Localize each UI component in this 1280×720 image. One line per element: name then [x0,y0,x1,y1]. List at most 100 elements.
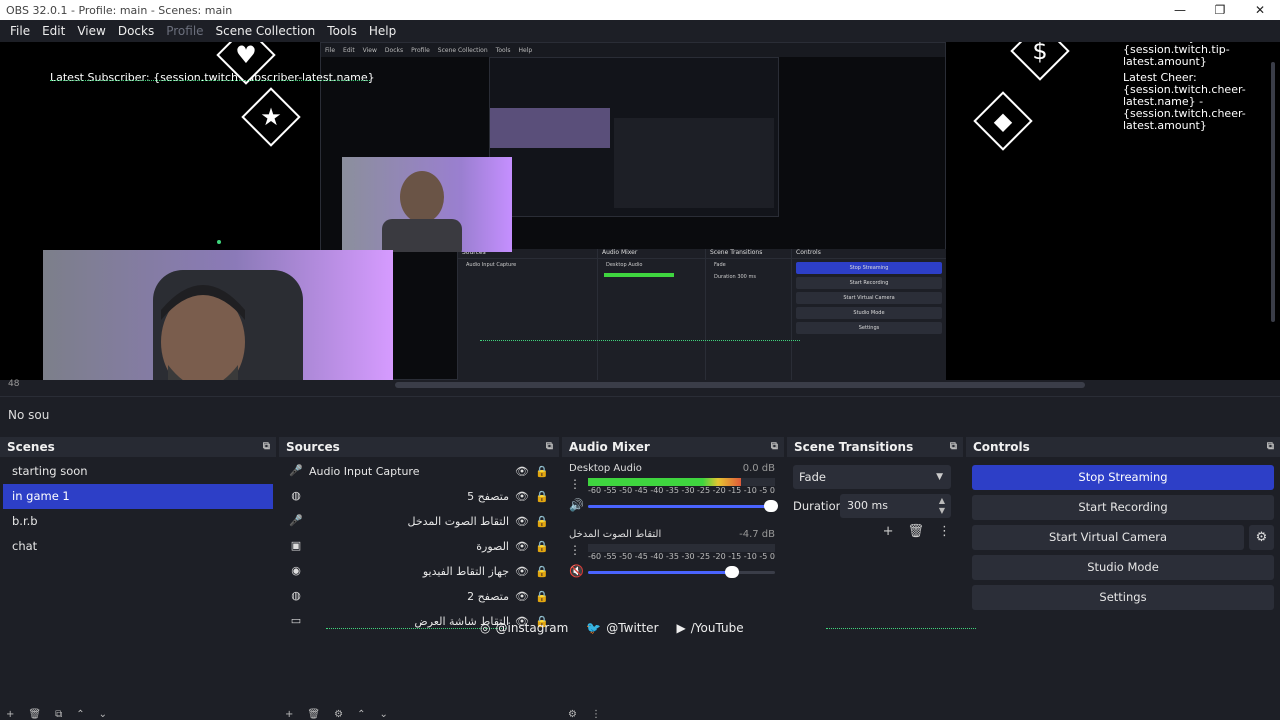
nested-source-row: Audio Input Capture [466,262,517,268]
eye-icon[interactable]: 👁 [515,490,529,503]
meter-scale-tick: -15 [728,486,742,495]
scrollbar-thumb[interactable] [395,382,1085,388]
scene-item[interactable]: chat [3,534,273,559]
camera-icon: ◉ [291,564,301,577]
youtube-link: ▶ /YouTube [677,621,744,635]
lock-icon[interactable]: 🔒 [535,465,549,478]
nested-menu-item: View [362,46,377,54]
mixer-menu-button[interactable]: ⋮ [591,709,615,720]
menu-file[interactable]: File [4,24,36,38]
lock-icon[interactable]: 🔒 [535,540,549,553]
lock-icon[interactable]: 🔒 [535,515,549,528]
transition-select-value: Fade [799,470,826,484]
transition-select[interactable]: Fade ▼ [793,465,951,489]
scene-item-selected[interactable]: in game 1 [3,484,273,509]
scene-transitions-body: Fade ▼ Duration 300 ms ▲ ▼ + 🗑 ⋮ [787,459,963,720]
nested-menu-bar: File Edit View Docks Profile Scene Colle… [321,43,945,57]
source-item[interactable]: 🎤 Audio Input Capture 👁 🔒 [279,459,559,484]
source-item[interactable]: ◉ جهاز التقاط الفيديو 👁 🔒 [279,559,559,584]
eye-icon[interactable]: 👁 [515,515,529,528]
remove-transition-button[interactable]: 🗑 [907,524,924,539]
close-button[interactable]: ✕ [1240,0,1280,20]
muted-speaker-icon[interactable]: 🔇 [569,564,584,578]
controls-dock-header: Controls ⧉ [966,437,1280,457]
restore-button[interactable]: ❐ [1200,0,1240,20]
duration-spinbox[interactable]: 300 ms ▲ ▼ [840,494,951,518]
move-source-down-button[interactable]: ⌄ [379,709,401,720]
scene-filters-button[interactable]: ⧉ [55,709,76,720]
source-item[interactable]: ▣ الصورة 👁 🔒 [279,534,559,559]
source-item[interactable]: ◍ متصفح 5 👁 🔒 [279,484,559,509]
scene-item[interactable]: b.r.b [3,509,273,534]
volume-slider[interactable] [588,500,779,512]
meter-scale-tick: -60 [588,552,602,561]
lock-icon[interactable]: 🔒 [535,490,549,503]
mixer-settings-button[interactable]: ⚙ [568,709,591,720]
start-virtual-camera-button[interactable]: Start Virtual Camera [972,525,1244,550]
meter-scale-tick: -35 [665,552,679,561]
volume-slider[interactable] [588,566,775,578]
track-menu-icon[interactable]: ⋮ [569,543,581,557]
speaker-icon[interactable]: 🔊 [569,498,584,512]
minimize-button[interactable]: — [1160,0,1200,20]
preview-canvas[interactable]: File Edit View Docks Profile Scene Colle… [0,42,1280,380]
track-menu-icon[interactable]: ⋮ [569,477,581,491]
lock-icon[interactable]: 🔒 [535,565,549,578]
undock-icon[interactable]: ⧉ [546,441,553,452]
add-transition-button[interactable]: + [883,524,894,539]
source-item[interactable]: ◍ متصفح 2 👁 🔒 [279,584,559,609]
studio-mode-button[interactable]: Studio Mode [972,555,1274,580]
scenes-toolbar: +🗑⧉⌃⌄ [0,710,276,720]
source-properties-button[interactable]: ⚙ [334,709,357,720]
volume-slider-knob[interactable] [764,500,779,512]
menu-profile[interactable]: Profile [160,24,209,38]
undock-icon[interactable]: ⧉ [950,441,957,452]
nested-transitions-dock: Scene Transitions Fade Duration 300 ms [705,249,791,380]
transition-menu-button[interactable]: ⋮ [938,524,951,539]
add-scene-button[interactable]: + [6,709,28,720]
duration-value: 300 ms [847,499,888,512]
nested-menu-item: Docks [384,46,404,54]
scene-item[interactable]: starting soon [3,459,273,484]
eye-icon[interactable]: 👁 [515,465,529,478]
stop-streaming-button[interactable]: Stop Streaming [972,465,1274,490]
spin-arrows-icon[interactable]: ▲ ▼ [939,496,945,516]
controls-body: Stop Streaming Start Recording Start Vir… [966,459,1280,720]
eye-icon[interactable]: 👁 [515,565,529,578]
menu-docks[interactable]: Docks [112,24,160,38]
virtual-camera-settings-button[interactable]: ⚙ [1249,525,1274,550]
menu-scene-collection[interactable]: Scene Collection [210,24,322,38]
preview-horizontal-scrollbar[interactable]: 48 [0,379,1280,392]
meter-scale-tick: -40 [650,486,664,495]
undock-icon[interactable]: ⧉ [1267,441,1274,452]
scrollbar-thumb[interactable] [1271,62,1275,322]
menu-view[interactable]: View [71,24,111,38]
menu-bar: File Edit View Docks Profile Scene Colle… [0,20,1280,42]
move-scene-down-button[interactable]: ⌄ [99,709,121,720]
meter-scale-tick: -30 [681,552,695,561]
source-item-label: التقاط الصوت المدخل [407,515,509,528]
neon-line [826,628,976,629]
preview-vertical-scrollbar[interactable] [1268,42,1278,380]
nested-duration-value: 300 ms [737,274,756,280]
meter-scale-tick: -25 [697,486,711,495]
scenes-dock: Scenes ⧉ starting soon in game 1 b.r.b c… [0,437,276,720]
lock-icon[interactable]: 🔒 [535,590,549,603]
remove-scene-button[interactable]: 🗑 [28,709,55,720]
start-recording-button[interactable]: Start Recording [972,495,1274,520]
eye-icon[interactable]: 👁 [515,540,529,553]
menu-tools[interactable]: Tools [321,24,363,38]
menu-help[interactable]: Help [363,24,402,38]
source-item[interactable]: 🎤 التقاط الصوت المدخل 👁 🔒 [279,509,559,534]
move-source-up-button[interactable]: ⌃ [357,709,379,720]
settings-button[interactable]: Settings [972,585,1274,610]
add-source-button[interactable]: + [285,709,307,720]
undock-icon[interactable]: ⧉ [771,441,778,452]
undock-icon[interactable]: ⧉ [263,441,270,452]
menu-edit[interactable]: Edit [36,24,71,38]
volume-slider-knob[interactable] [724,566,739,578]
move-scene-up-button[interactable]: ⌃ [76,709,98,720]
eye-icon[interactable]: 👁 [515,590,529,603]
sources-list: 🎤 Audio Input Capture 👁 🔒 ◍ متصفح 5 👁 🔒 🎤 التقاط … [279,459,559,720]
remove-source-button[interactable]: 🗑 [307,709,334,720]
